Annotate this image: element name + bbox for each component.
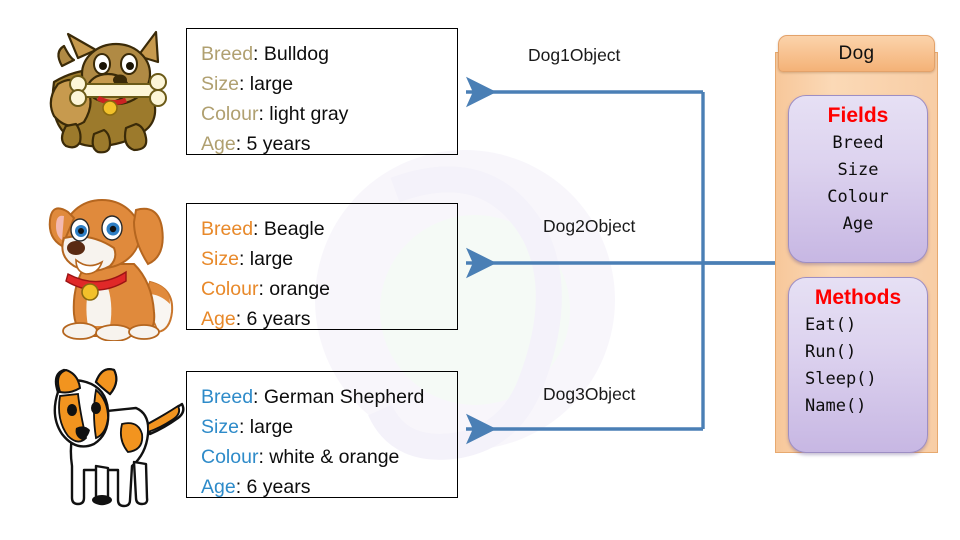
field-separator: : [258,278,270,300]
method-name: Run() [805,342,857,362]
connector-label-dog3: Dog3Object [543,384,636,404]
field-separator: : [253,43,264,65]
field-value: German Shepherd [263,386,425,408]
field-value: light gray [269,103,349,125]
class-methods-box: Methods Eat() Run() Sleep() Name() [788,277,928,453]
class-panel-dog: Dog Fields Breed Size Colour Age Methods… [775,35,938,453]
german-shepherd-standing-illustration [53,368,185,508]
field-value: Bulldog [263,43,329,65]
field-value: Beagle [263,218,325,240]
field-key: Breed [201,43,254,65]
connector-label-dog2: Dog2Object [543,216,636,236]
field-separator: : [235,133,247,155]
field-value: large [249,73,294,95]
object-field-row: Size: large [201,412,457,442]
field-name: Size [837,160,879,180]
object-box-dog1: Breed: Bulldog Size: large Colour: light… [186,28,458,155]
field-value: white & orange [269,446,400,468]
field-separator: : [253,386,264,408]
field-key: Size [201,416,239,438]
field-key: Breed [201,386,254,408]
object-field-row: Colour: white & orange [201,442,457,472]
method-name: Sleep() [805,369,877,389]
field-value: 5 years [246,133,311,155]
object-field-row: Size: large [201,69,457,99]
field-key: Size [201,73,239,95]
object-field-row: Age: 5 years [201,129,457,159]
object-field-row: Age: 6 years [201,472,457,502]
beagle-sitting-illustration [48,199,174,341]
field-key: Age [201,133,236,155]
methods-heading: Methods [814,286,902,309]
method-name: Eat() [805,315,857,335]
field-key: Breed [201,218,254,240]
field-key: Colour [201,103,259,125]
field-separator: : [238,73,250,95]
field-key: Age [201,308,236,330]
bulldog-with-bone-illustration [49,30,167,154]
connector-label-dog1: Dog1Object [528,45,621,65]
object-box-dog3: Breed: German Shepherd Size: large Colou… [186,371,458,498]
field-name: Breed [832,133,884,153]
field-key: Age [201,476,236,498]
field-value: 6 years [246,476,311,498]
field-separator: : [238,416,250,438]
field-separator: : [235,308,247,330]
field-key: Size [201,248,239,270]
object-field-row: Colour: orange [201,274,457,304]
object-field-row: Breed: Beagle [201,214,457,244]
field-key: Colour [201,278,259,300]
object-field-row: Breed: German Shepherd [201,382,457,412]
object-field-row: Colour: light gray [201,99,457,129]
class-name-label: Dog [838,42,875,64]
field-value: 6 years [246,308,311,330]
diagram-canvas: Breed: Bulldog Size: large Colour: light… [0,0,960,540]
field-name: Colour [827,187,889,207]
field-separator: : [253,218,264,240]
object-field-row: Age: 6 years [201,304,457,334]
object-field-row: Size: large [201,244,457,274]
class-fields-box: Fields Breed Size Colour Age [788,95,928,263]
field-value: large [249,248,294,270]
object-box-dog2: Breed: Beagle Size: large Colour: orange… [186,203,458,330]
field-value: orange [269,278,331,300]
field-separator: : [258,103,270,125]
field-separator: : [258,446,270,468]
field-name: Age [842,214,874,234]
object-field-row: Breed: Bulldog [201,39,457,69]
field-separator: : [238,248,250,270]
method-name: Name() [805,396,867,416]
field-key: Colour [201,446,259,468]
class-name-header: Dog [778,35,935,72]
fields-heading: Fields [827,104,889,127]
field-separator: : [235,476,247,498]
field-value: large [249,416,294,438]
